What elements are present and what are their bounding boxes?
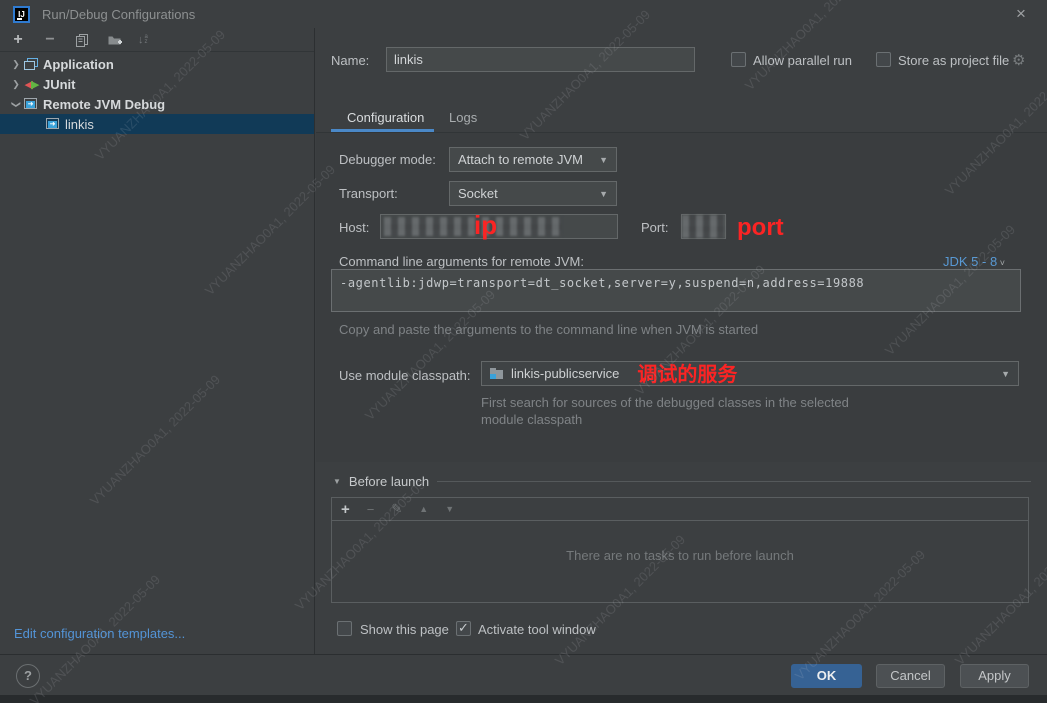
cmdline-args-label: Command line arguments for remote JVM: bbox=[339, 254, 584, 269]
intellij-logo-icon: IJ bbox=[13, 6, 30, 23]
tab-configuration[interactable]: Configuration bbox=[347, 110, 424, 125]
dropdown-arrow-icon: ▼ bbox=[599, 155, 608, 165]
gear-icon[interactable]: ⚙ bbox=[1012, 51, 1025, 69]
debugger-mode-select[interactable]: Attach to remote JVM ▼ bbox=[449, 147, 617, 172]
move-up-icon[interactable]: ▲ bbox=[419, 504, 428, 514]
chevron-right-icon[interactable]: ❯ bbox=[8, 79, 24, 90]
activate-tool-window-label: Activate tool window bbox=[478, 622, 596, 637]
chevron-right-icon[interactable]: ❯ bbox=[8, 59, 24, 70]
dropdown-arrow-icon: ▼ bbox=[1001, 369, 1010, 379]
remove-task-icon[interactable]: − bbox=[367, 502, 375, 517]
cmdline-hint: Copy and paste the arguments to the comm… bbox=[339, 322, 758, 337]
configurations-sidebar: + − ↓az ❯ Application ❯ ◀▶ JUnit bbox=[0, 28, 315, 655]
transport-select[interactable]: Socket ▼ bbox=[449, 181, 617, 206]
junit-icon: ◀▶ bbox=[24, 78, 38, 90]
collapse-triangle-icon: ▼ bbox=[333, 477, 341, 486]
configurations-tree: ❯ Application ❯ ◀▶ JUnit ❯ ➜ Remote JVM … bbox=[0, 52, 314, 134]
before-launch-header[interactable]: ▼ Before launch bbox=[333, 474, 429, 489]
title-bar: IJ Run/Debug Configurations × bbox=[0, 0, 1047, 28]
name-input[interactable] bbox=[386, 47, 695, 72]
edit-task-icon[interactable]: ✎ bbox=[391, 501, 402, 517]
module-hint-line1: First search for sources of the debugged… bbox=[481, 395, 849, 410]
host-redaction bbox=[384, 217, 562, 236]
port-label: Port: bbox=[641, 220, 668, 235]
name-label: Name: bbox=[331, 53, 369, 68]
before-launch-empty-text: There are no tasks to run before launch bbox=[331, 548, 1029, 563]
show-this-page-checkbox[interactable] bbox=[337, 621, 352, 636]
tree-item-junit[interactable]: ❯ ◀▶ JUnit bbox=[0, 74, 314, 94]
tree-item-remote-jvm-debug[interactable]: ❯ ➜ Remote JVM Debug bbox=[0, 94, 314, 114]
ok-button[interactable]: OK bbox=[791, 664, 862, 688]
add-configuration-icon[interactable]: + bbox=[10, 32, 26, 48]
application-icon bbox=[24, 58, 38, 70]
chevron-down-icon: ˅ bbox=[997, 258, 1005, 268]
close-icon[interactable]: × bbox=[1011, 4, 1031, 24]
remote-debug-icon: ➜ bbox=[24, 98, 38, 110]
copy-configuration-icon[interactable] bbox=[74, 32, 90, 48]
before-launch-toolbar: + − ✎ ▲ ▼ bbox=[331, 497, 1029, 521]
module-hint-line2: module classpath bbox=[481, 412, 582, 427]
tree-item-linkis[interactable]: ➜ linkis bbox=[0, 114, 314, 134]
sidebar-toolbar: + − ↓az bbox=[0, 28, 314, 52]
cmdline-args-textarea[interactable]: -agentlib:jdwp=transport=dt_socket,serve… bbox=[331, 269, 1021, 312]
checkmark-icon: ✓ bbox=[458, 620, 469, 636]
store-as-project-file-label: Store as project file bbox=[898, 53, 1009, 68]
host-label: Host: bbox=[339, 220, 369, 235]
tree-item-application[interactable]: ❯ Application bbox=[0, 54, 314, 74]
activate-tool-window-checkbox[interactable]: ✓ bbox=[456, 621, 471, 636]
chevron-expanded-icon[interactable]: ❯ bbox=[11, 96, 22, 112]
store-as-project-file-checkbox[interactable] bbox=[876, 52, 891, 67]
tab-logs[interactable]: Logs bbox=[449, 110, 477, 125]
new-folder-icon[interactable] bbox=[106, 32, 122, 48]
dropdown-arrow-icon: ▼ bbox=[599, 189, 608, 199]
module-icon bbox=[490, 368, 504, 379]
run-debug-configurations-dialog: IJ Run/Debug Configurations × + − ↓az ❯ … bbox=[0, 0, 1047, 703]
move-down-icon[interactable]: ▼ bbox=[445, 504, 454, 514]
show-this-page-label: Show this page bbox=[360, 622, 449, 637]
port-redaction bbox=[682, 215, 725, 238]
port-annotation: port bbox=[737, 214, 784, 242]
allow-parallel-run-label: Allow parallel run bbox=[753, 53, 852, 68]
jdk-version-link[interactable]: JDK 5 - 8 ˅ bbox=[943, 254, 1005, 269]
module-annotation: 调试的服务 bbox=[637, 358, 737, 387]
module-classpath-select[interactable]: linkis-publicservice 调试的服务 ▼ bbox=[481, 361, 1019, 386]
window-title: Run/Debug Configurations bbox=[42, 7, 195, 22]
edit-configuration-templates-link[interactable]: Edit configuration templates... bbox=[14, 626, 185, 641]
module-classpath-label: Use module classpath: bbox=[339, 368, 471, 383]
help-button[interactable]: ? bbox=[16, 664, 40, 688]
debugger-mode-label: Debugger mode: bbox=[339, 152, 436, 167]
cancel-button[interactable]: Cancel bbox=[876, 664, 945, 688]
remote-debug-icon: ➜ bbox=[46, 118, 60, 130]
sort-configurations-icon[interactable]: ↓az bbox=[138, 34, 148, 46]
host-annotation: ip bbox=[474, 210, 497, 241]
allow-parallel-run-checkbox[interactable] bbox=[731, 52, 746, 67]
add-task-icon[interactable]: + bbox=[341, 501, 350, 518]
apply-button[interactable]: Apply bbox=[960, 664, 1029, 688]
remove-configuration-icon[interactable]: − bbox=[42, 32, 58, 48]
transport-label: Transport: bbox=[339, 186, 398, 201]
